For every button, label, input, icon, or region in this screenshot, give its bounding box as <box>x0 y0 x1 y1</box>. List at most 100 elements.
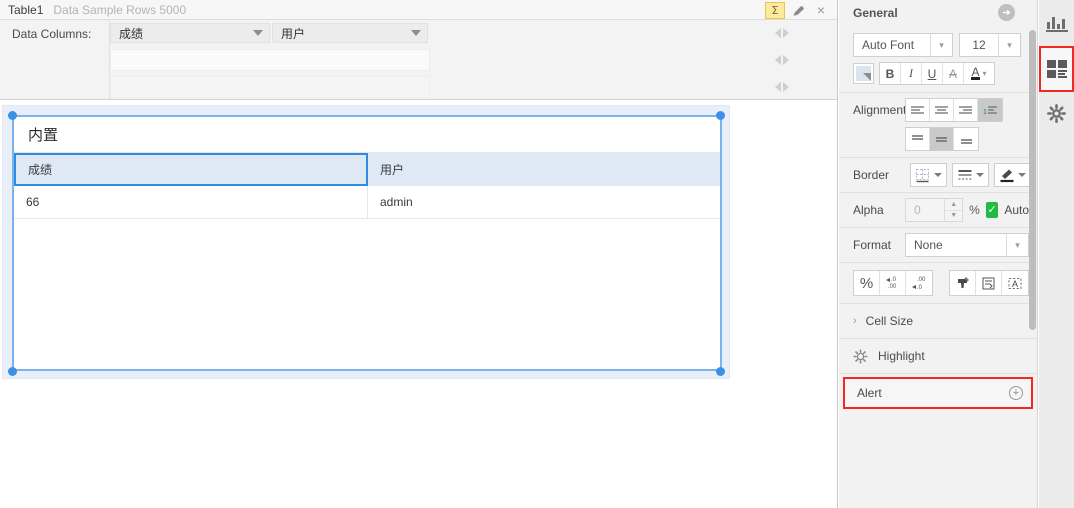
table-widget-title: 内置 <box>14 117 720 153</box>
alpha-stepper[interactable]: 0 ▲ ▼ <box>905 198 964 222</box>
alpha-decrease-icon[interactable]: ▼ <box>945 211 962 222</box>
editor-titlebar: Table1 Data Sample Rows 5000 Σ × <box>0 0 837 20</box>
table-widget[interactable]: 内置 成绩 用户 66 admin <box>14 117 720 369</box>
table-header-cell-0[interactable]: 成绩 <box>14 153 368 186</box>
scroll-left-icon[interactable] <box>775 55 781 65</box>
increase-decimal-icon[interactable]: .00 .0 <box>906 271 932 295</box>
border-line-weight-button[interactable] <box>952 163 989 187</box>
font-size-value: 12 <box>972 38 986 52</box>
format-section: Format None ▾ <box>839 228 1037 263</box>
section-highlight[interactable]: Highlight <box>839 339 1037 374</box>
chevron-down-icon[interactable]: ▾ <box>1006 234 1028 256</box>
chevron-down-icon[interactable] <box>405 30 427 36</box>
font-family-select[interactable]: Auto Font ▾ <box>853 33 953 57</box>
table-empty-body <box>14 219 720 369</box>
align-top-icon[interactable] <box>906 128 930 150</box>
rail-item-layout[interactable] <box>1039 46 1074 92</box>
chevron-down-icon[interactable] <box>976 173 984 177</box>
table-cell-0-1[interactable]: admin <box>368 186 720 219</box>
fill-color-swatch[interactable] <box>853 63 874 84</box>
section-cell-size-label: Cell Size <box>865 314 914 328</box>
layout-grid-icon <box>1046 60 1067 78</box>
border-row: Border <box>839 158 1037 192</box>
table-cell-0-0[interactable]: 66 <box>14 186 368 219</box>
add-alert-icon[interactable]: + <box>1009 386 1023 400</box>
align-bottom-icon[interactable] <box>954 128 978 150</box>
text-box-icon[interactable]: A <box>1002 271 1028 295</box>
resize-handle-bottom-left[interactable] <box>8 367 17 376</box>
align-middle-icon[interactable] <box>930 128 954 150</box>
alpha-spin-buttons[interactable]: ▲ ▼ <box>944 199 963 222</box>
align-right-icon[interactable] <box>954 99 978 121</box>
font-size-select[interactable]: 12 ▾ <box>959 33 1021 57</box>
scroll-right-icon[interactable] <box>783 28 789 38</box>
chevron-down-icon[interactable]: ▾ <box>930 34 952 56</box>
data-columns-row-empty-1 <box>110 47 801 73</box>
alpha-label: Alpha <box>853 203 884 217</box>
table-header-cell-1[interactable]: 用户 <box>368 153 720 186</box>
table-editor: Table1 Data Sample Rows 5000 Σ × Data Co… <box>0 0 838 508</box>
data-column-select-0[interactable]: 成绩 <box>110 23 270 43</box>
data-column-empty-slot[interactable] <box>110 49 430 71</box>
alpha-increase-icon[interactable]: ▲ <box>945 199 963 211</box>
alignment-label: Alignment <box>853 103 907 117</box>
data-column-select-1[interactable]: 用户 <box>272 23 428 43</box>
scroll-left-icon[interactable] <box>775 28 781 38</box>
resize-handle-bottom-right[interactable] <box>716 367 725 376</box>
collapse-panel-arrow-icon[interactable] <box>998 4 1015 21</box>
scroll-right-icon[interactable] <box>783 55 789 65</box>
align-left-icon[interactable] <box>906 99 930 121</box>
titlebar-tools: Σ × <box>765 0 831 20</box>
underline-button[interactable]: U <box>922 63 943 84</box>
percent-format-icon[interactable]: % <box>854 271 880 295</box>
border-style-grid-button[interactable] <box>910 163 947 187</box>
font-row: Auto Font ▾ 12 ▾ <box>839 26 1037 62</box>
chevron-down-icon[interactable]: ▾ <box>998 34 1020 56</box>
chevron-down-icon[interactable] <box>247 30 269 36</box>
number-format-group: % .0 .00 .00 .0 <box>853 270 933 296</box>
chevron-down-icon[interactable] <box>1018 173 1026 177</box>
section-cell-size[interactable]: › Cell Size <box>839 304 1037 339</box>
format-painter-icon[interactable] <box>950 271 976 295</box>
app-root: Table1 Data Sample Rows 5000 Σ × Data Co… <box>0 0 1074 508</box>
font-color-button[interactable]: A ▾ <box>964 63 994 84</box>
wrap-text-icon[interactable] <box>976 271 1002 295</box>
format-select[interactable]: None ▾ <box>905 233 1029 257</box>
design-canvas[interactable]: 内置 成绩 用户 66 admin <box>0 101 837 508</box>
chevron-right-icon[interactable]: › <box>853 315 857 327</box>
chevron-down-icon[interactable]: ▾ <box>983 69 987 78</box>
gear-icon <box>1047 104 1066 126</box>
scroll-left-icon[interactable] <box>775 82 781 92</box>
section-alert[interactable]: Alert + <box>843 377 1033 409</box>
resize-handle-top-right[interactable] <box>716 111 725 120</box>
scroll-columns-arrows[interactable] <box>771 47 793 73</box>
scroll-right-icon[interactable] <box>783 82 789 92</box>
scroll-columns-arrows[interactable] <box>771 74 793 100</box>
number-format-section: % .0 .00 .00 .0 A <box>839 263 1037 304</box>
scroll-columns-arrows[interactable] <box>771 20 793 46</box>
strikethrough-button[interactable]: A <box>943 63 964 84</box>
alpha-auto-checkbox[interactable]: ✓ <box>985 202 999 218</box>
close-icon[interactable]: × <box>811 2 831 19</box>
table-selection-area[interactable]: 内置 成绩 用户 66 admin <box>2 105 730 379</box>
svg-text:1: 1 <box>983 109 987 116</box>
decrease-decimal-icon[interactable]: .0 .00 <box>880 271 906 295</box>
rail-item-settings[interactable] <box>1039 92 1074 138</box>
text-style-group: B I U A A ▾ <box>879 62 995 85</box>
aggregate-sigma-button[interactable]: Σ <box>765 1 785 19</box>
chevron-down-icon[interactable] <box>934 173 942 177</box>
alpha-value[interactable]: 0 <box>906 199 944 221</box>
chart-icon <box>1045 15 1068 32</box>
resize-handle-top-left[interactable] <box>8 111 17 120</box>
bold-button[interactable]: B <box>880 63 901 84</box>
data-column-empty-slot[interactable] <box>110 76 430 98</box>
eraser-icon[interactable] <box>788 2 808 19</box>
properties-panel-scrollbar[interactable] <box>1029 30 1036 330</box>
italic-button[interactable]: I <box>901 63 922 84</box>
rail-item-chart[interactable] <box>1039 0 1074 46</box>
border-color-button[interactable] <box>994 163 1031 187</box>
align-auto-icon[interactable]: 1 <box>978 99 1002 121</box>
alpha-auto-label: Auto <box>1004 203 1029 217</box>
align-center-icon[interactable] <box>930 99 954 121</box>
table-row[interactable]: 66 admin <box>14 186 720 219</box>
